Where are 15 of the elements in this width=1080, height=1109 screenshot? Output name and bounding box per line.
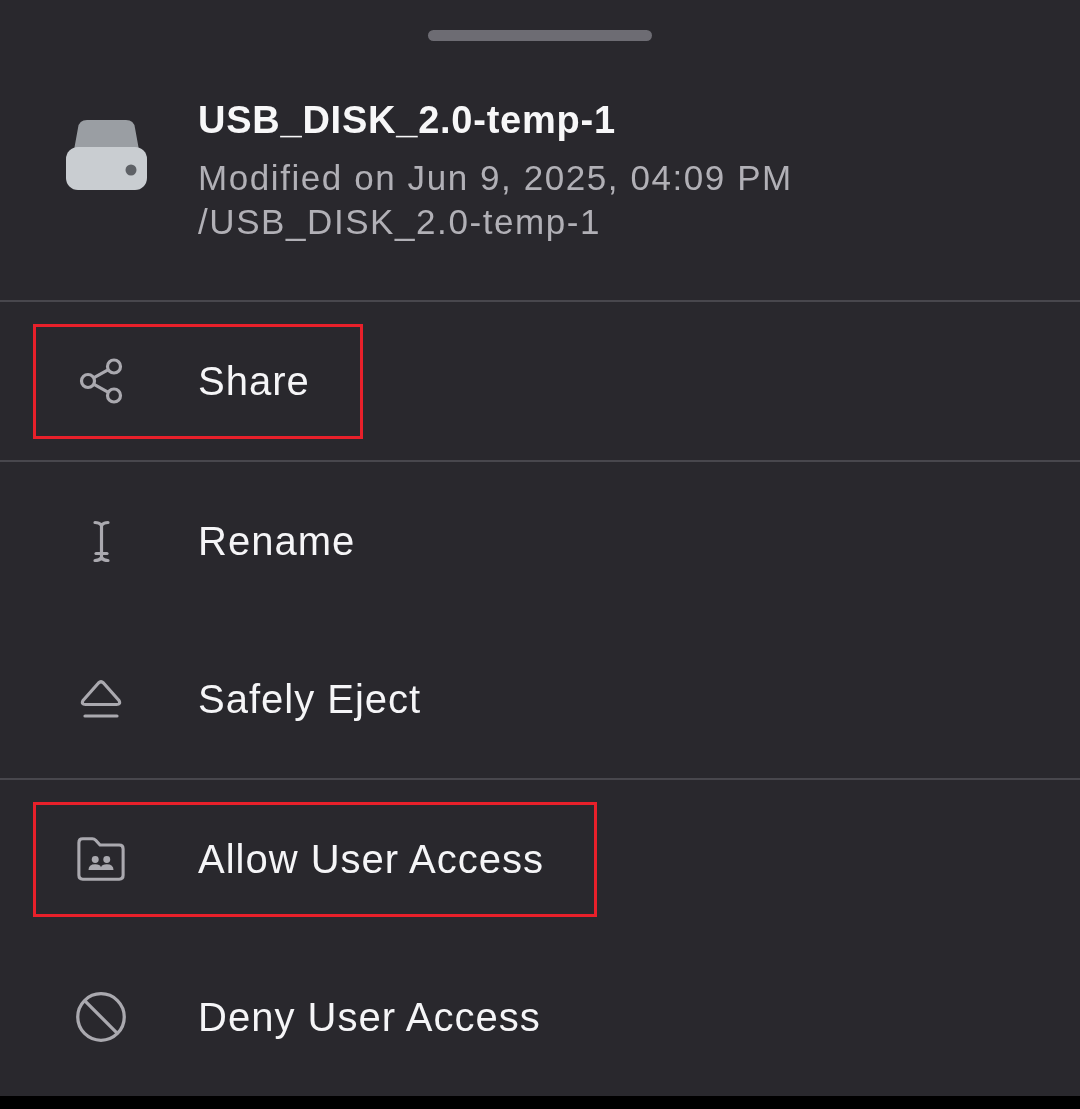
menu-item[interactable]: Deny User Access xyxy=(0,938,1080,1096)
modified-date: Modified on Jun 9, 2025, 04:09 PM xyxy=(198,157,793,199)
share-icon xyxy=(79,358,123,404)
menu-item[interactable]: Share xyxy=(0,302,1080,460)
ban-icon xyxy=(76,991,126,1043)
menu-item[interactable]: Safely Eject xyxy=(0,620,1080,778)
drive-title: USB_DISK_2.0-temp-1 xyxy=(198,98,617,142)
menu-item[interactable]: Rename xyxy=(0,462,1080,620)
drive-icon xyxy=(66,120,147,190)
drag-handle[interactable] xyxy=(428,30,652,41)
menu-item[interactable]: Allow User Access xyxy=(0,780,1080,938)
text-cursor-icon xyxy=(92,519,110,563)
folder-users-icon xyxy=(76,835,126,883)
eject-icon xyxy=(79,679,123,719)
drive-path: /USB_DISK_2.0-temp-1 xyxy=(198,201,603,243)
